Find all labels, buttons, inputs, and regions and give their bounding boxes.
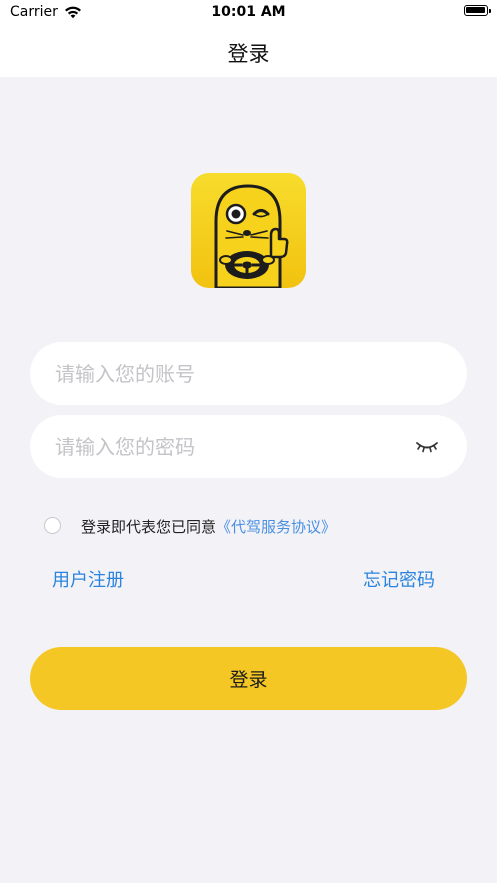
status-time: 10:01 AM xyxy=(211,4,286,20)
agreement-checkbox[interactable] xyxy=(44,517,61,534)
page-title: 登录 xyxy=(227,42,270,66)
mascot-icon xyxy=(214,184,289,288)
login-button[interactable]: 登录 xyxy=(30,647,467,710)
account-input[interactable] xyxy=(55,342,415,405)
top-bar: Carrier 10:01 AM 登录 xyxy=(0,0,497,77)
battery-icon xyxy=(464,5,491,16)
forgot-password-link[interactable]: 忘记密码 xyxy=(363,566,435,592)
battery-level xyxy=(466,7,485,13)
app-logo xyxy=(191,173,306,288)
eye-closed-icon[interactable] xyxy=(415,437,439,455)
account-field[interactable] xyxy=(30,342,467,405)
password-input[interactable] xyxy=(55,415,415,478)
agreement-row: 登录即代表您已同意《代驾服务协议》 xyxy=(81,516,336,537)
password-field[interactable] xyxy=(30,415,467,478)
register-link[interactable]: 用户注册 xyxy=(52,566,124,592)
agreement-text: 登录即代表您已同意 xyxy=(81,518,217,536)
agreement-link[interactable]: 《代驾服务协议》 xyxy=(216,518,336,536)
